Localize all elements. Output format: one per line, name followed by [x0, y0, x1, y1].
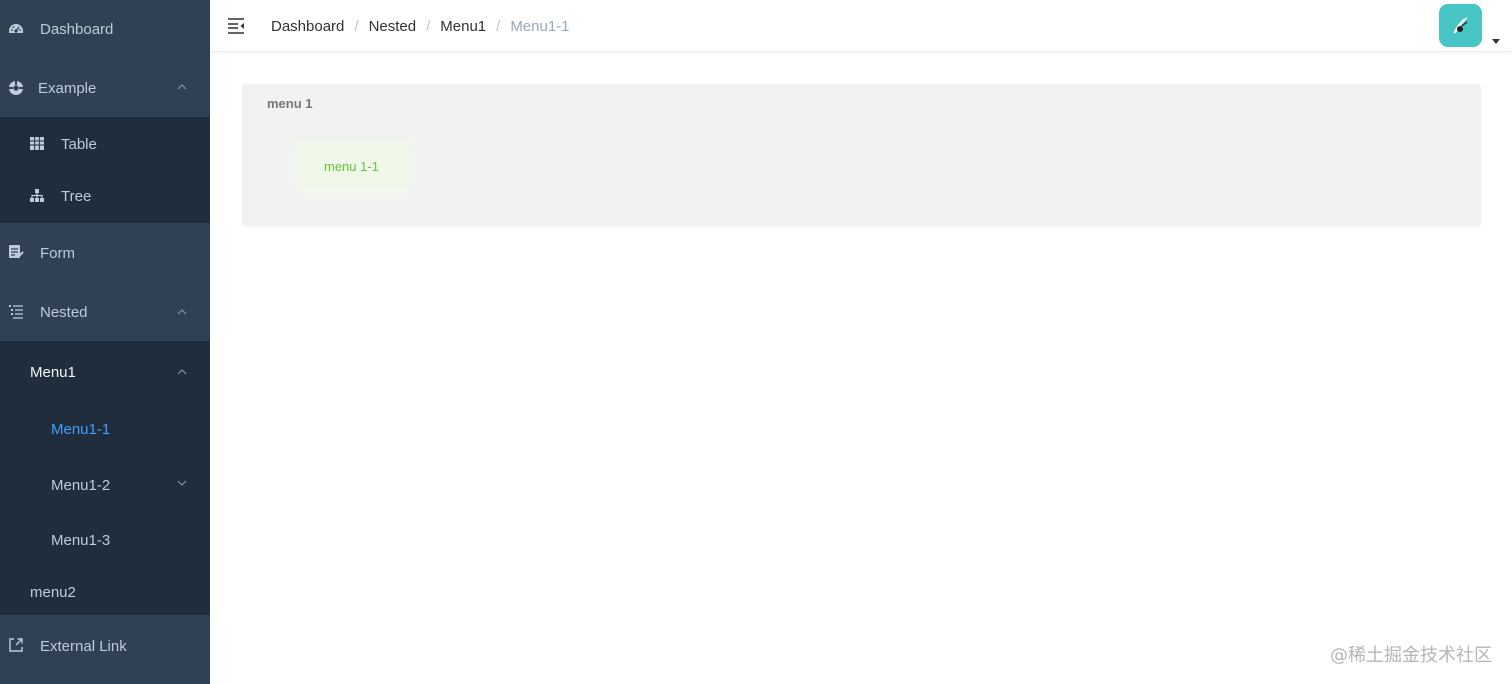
breadcrumb-separator: /: [426, 17, 431, 35]
sidebar-item-menu1-1[interactable]: Menu1-1: [0, 399, 210, 455]
sidebar-item-label: Table: [61, 136, 97, 153]
sidebar-item-tree[interactable]: Tree: [0, 170, 210, 223]
sidebar-item-menu2[interactable]: menu2: [0, 564, 210, 615]
sidebar-item-label: Dashboard: [40, 21, 114, 38]
chevron-up-icon: [176, 366, 188, 378]
sidebar-item-dashboard[interactable]: Dashboard: [0, 0, 210, 58]
chevron-up-icon: [176, 306, 188, 318]
menu1-1-label: menu 1-1: [324, 159, 379, 174]
sidebar-item-label: Menu1-1: [51, 421, 111, 438]
sidebar-item-label: Menu1-2: [51, 477, 111, 494]
breadcrumb-item[interactable]: Menu1: [440, 18, 486, 35]
sidebar-item-external-link[interactable]: External Link: [0, 615, 210, 680]
sidebar-item-label: External Link: [40, 638, 127, 655]
sidebar-item-label: Nested: [40, 304, 88, 321]
panel-title: menu 1: [267, 96, 313, 111]
sidebar-item-menu1-3[interactable]: Menu1-3: [0, 511, 210, 564]
breadcrumb-current: Menu1-1: [510, 17, 570, 35]
sidebar-item-menu1-2[interactable]: Menu1-2: [0, 455, 210, 511]
sidebar-item-form[interactable]: Form: [0, 223, 210, 282]
tree-icon: [29, 188, 45, 204]
sidebar-item-label: Menu1: [30, 364, 76, 381]
app-root: Dashboard Example Table Tree Form Nested…: [0, 0, 1512, 684]
sidebar-item-label: Tree: [61, 188, 92, 205]
menu1-panel: menu 1 menu 1-1: [242, 84, 1481, 226]
form-icon: [8, 244, 24, 260]
breadcrumb-separator: /: [496, 17, 501, 35]
chevron-up-icon: [176, 81, 188, 93]
sidebar-item-label: Menu1-3: [51, 532, 111, 549]
submenu-nested: Menu1 Menu1-1 Menu1-2 Menu1-3 menu2: [0, 341, 210, 615]
dashboard-icon: [8, 21, 24, 37]
sidebar: Dashboard Example Table Tree Form Nested…: [0, 0, 210, 684]
sidebar-item-label: Form: [40, 245, 75, 262]
table-icon: [29, 136, 45, 152]
navbar: Dashboard / Nested / Menu1 / Menu1-1: [210, 0, 1512, 52]
sidebar-item-table[interactable]: Table: [0, 117, 210, 170]
example-icon: [8, 80, 24, 96]
hamburger-menu-icon[interactable]: [227, 16, 247, 36]
sidebar-item-label: Example: [38, 80, 97, 97]
watermark: @稀土掘金技术社区: [1330, 645, 1492, 666]
breadcrumb: Dashboard / Nested / Menu1 / Menu1-1: [271, 16, 570, 36]
breadcrumb-item[interactable]: Nested: [369, 18, 417, 35]
sidebar-item-label: menu2: [30, 584, 76, 601]
breadcrumb-separator: /: [354, 17, 359, 35]
nested-icon: [8, 303, 24, 319]
external-link-icon: [8, 637, 24, 653]
breadcrumb-item[interactable]: Dashboard: [271, 18, 344, 35]
avatar-image: [1453, 16, 1467, 33]
caret-down-icon[interactable]: [1491, 32, 1501, 44]
chevron-down-icon: [176, 477, 188, 489]
sidebar-item-menu1[interactable]: Menu1: [0, 341, 210, 399]
menu1-1-box: menu 1-1: [299, 144, 409, 189]
sidebar-item-nested[interactable]: Nested: [0, 282, 210, 341]
submenu-example: Table Tree: [0, 117, 210, 223]
avatar[interactable]: [1439, 4, 1482, 47]
sidebar-item-example[interactable]: Example: [0, 58, 210, 117]
